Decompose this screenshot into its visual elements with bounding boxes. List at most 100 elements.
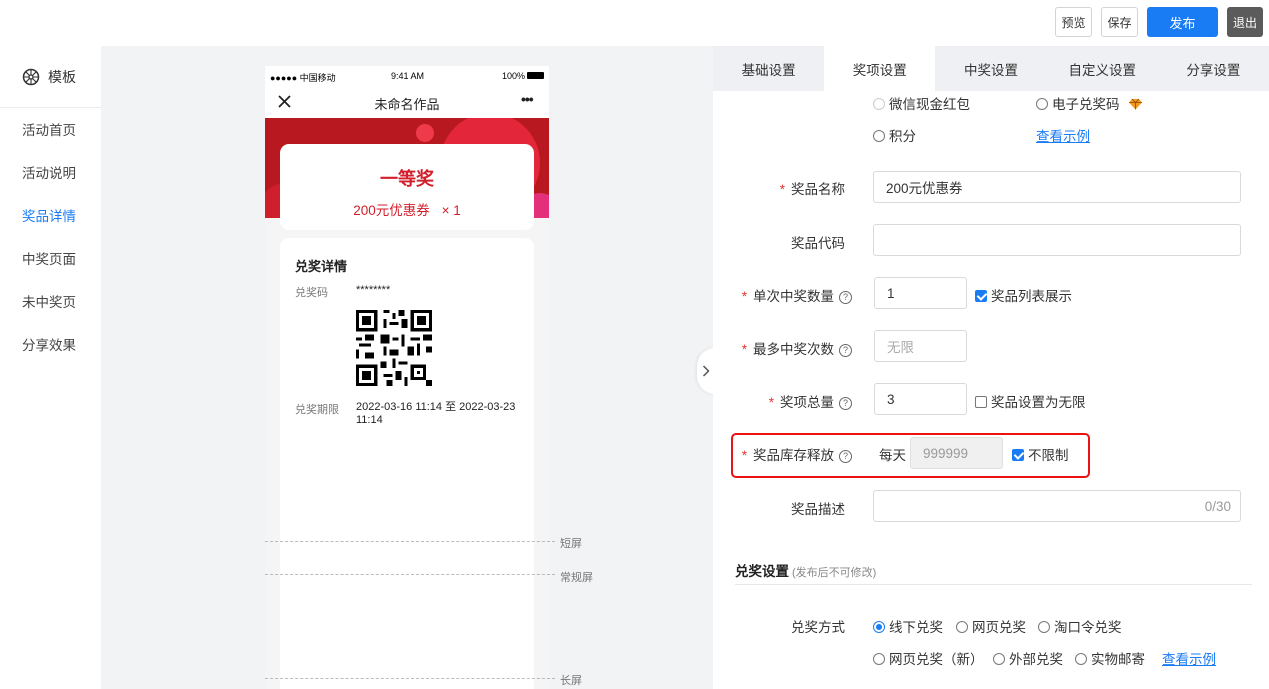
guide-long-label: 长屏 <box>560 675 582 687</box>
period-value: 2022-03-16 11:14 至 2022-03-23 11:14 <box>356 401 516 426</box>
radio-offline <box>873 621 885 633</box>
sidebar-item-home[interactable]: 活动首页 <box>0 109 101 152</box>
code-label: 兑奖码 <box>295 287 328 299</box>
redeem-section-title: 兑奖设置 (发布后不可修改) <box>735 564 877 579</box>
checkbox-unlimited-total <box>975 396 987 408</box>
redeem-section-note: (发布后不可修改) <box>792 567 877 579</box>
sidebar-item-description[interactable]: 活动说明 <box>0 152 101 195</box>
battery-text: 100% <box>502 71 526 81</box>
radio-web <box>956 621 968 633</box>
per-day-input[interactable]: 999999 <box>910 437 1003 469</box>
tab-win[interactable]: 中奖设置 <box>935 46 1046 91</box>
redeem-method-label: 兑奖方式 <box>791 620 845 635</box>
total-input[interactable]: 3 <box>874 383 967 415</box>
exit-button[interactable]: 退出 <box>1227 7 1263 37</box>
redeem-web-new-option[interactable]: 网页兑奖（新） <box>873 648 984 668</box>
tab-share[interactable]: 分享设置 <box>1158 46 1269 91</box>
redeem-mail-option[interactable]: 实物邮寄 <box>1075 648 1145 668</box>
max-win-input[interactable]: 无限 <box>874 330 967 362</box>
radio-wechat <box>873 98 885 110</box>
redeem-external-option[interactable]: 外部兑奖 <box>993 648 1063 668</box>
unlimited-total-checkbox[interactable]: 奖品设置为无限 <box>975 391 1086 411</box>
guide-normal-label: 常规屏 <box>560 572 593 584</box>
tab-custom[interactable]: 自定义设置 <box>1047 46 1158 91</box>
list-display-checkbox[interactable]: 奖品列表展示 <box>975 285 1072 305</box>
phone-page-title: 未命名作品 <box>374 97 440 112</box>
code-value: ******** <box>356 284 391 296</box>
radio-web-new <box>873 653 885 665</box>
prize-name: 200元优惠券 <box>353 203 430 218</box>
tab-prize[interactable]: 奖项设置 <box>824 46 936 91</box>
detail-title: 兑奖详情 <box>295 259 348 274</box>
prize-level: 一等奖 <box>380 169 434 189</box>
redeem-detail-card: 兑奖详情 兑奖码 ******** 兑奖期限 2022-03-16 11:14 … <box>280 238 534 689</box>
stock-release-label: * 奖品库存释放? <box>733 444 852 464</box>
help-icon[interactable]: ? <box>839 450 852 463</box>
tab-basic[interactable]: 基础设置 <box>713 46 824 91</box>
carrier-text: ●●●●● 中国移动 <box>270 73 336 83</box>
chevron-right-icon <box>702 365 710 377</box>
redeem-view-example-link[interactable]: 查看示例 <box>1162 648 1216 668</box>
settings-panel: 基础设置 奖项设置 中奖设置 自定义设置 分享设置 微信现金红包 电子兑奖码 积… <box>713 46 1269 689</box>
prize-type-wechat[interactable]: 微信现金红包 <box>873 93 970 113</box>
prize-name-label: * 奖品名称 <box>779 182 845 197</box>
single-win-input[interactable]: 1 <box>874 277 967 309</box>
radio-ecode <box>1036 98 1048 110</box>
redeem-web-option[interactable]: 网页兑奖 <box>956 616 1026 636</box>
sidebar-item-lose-page[interactable]: 未中奖页 <box>0 281 101 324</box>
sidebar-item-win-page[interactable]: 中奖页面 <box>0 238 101 281</box>
guide-long <box>265 678 555 679</box>
no-limit-checkbox[interactable]: 不限制 <box>1012 444 1069 464</box>
phone-navbar: 未命名作品 ••• <box>265 86 549 118</box>
prize-name-input[interactable]: 200元优惠券 <box>873 171 1241 203</box>
description-label: 奖品描述 <box>791 502 845 517</box>
section-divider <box>735 584 1252 585</box>
qr-code-image <box>356 310 432 386</box>
help-icon[interactable]: ? <box>839 397 852 410</box>
sidebar-template-label: 模板 <box>48 68 76 85</box>
top-toolbar: 预览 保存 发布 退出 <box>0 0 1269 46</box>
publish-button[interactable]: 发布 <box>1147 7 1218 37</box>
checkbox-no-limit <box>1012 449 1024 461</box>
radio-external <box>993 653 1005 665</box>
sidebar-item-prize-details[interactable]: 奖品详情 <box>0 195 101 238</box>
more-icon[interactable]: ••• <box>521 91 534 107</box>
settings-tabs: 基础设置 奖项设置 中奖设置 自定义设置 分享设置 <box>713 46 1269 91</box>
redeem-taokouling-option[interactable]: 淘口令兑奖 <box>1038 616 1122 636</box>
view-example-link[interactable]: 查看示例 <box>1036 125 1090 145</box>
redeem-offline-option[interactable]: 线下兑奖 <box>873 616 943 636</box>
prize-quantity: × 1 <box>441 203 461 218</box>
description-counter: 0/30 <box>1204 498 1231 514</box>
guide-short-label: 短屏 <box>560 538 582 550</box>
save-button[interactable]: 保存 <box>1101 7 1138 37</box>
guide-normal <box>265 574 555 575</box>
single-win-label: * 单次中奖数量? <box>733 285 852 305</box>
prize-card: 一等奖 200元优惠券 × 1 <box>280 144 534 230</box>
prize-type-points[interactable]: 积分 <box>873 125 916 145</box>
period-label: 兑奖期限 <box>295 404 339 416</box>
per-day-label: 每天 <box>879 448 906 463</box>
radio-taokouling <box>1038 621 1050 633</box>
clock-text: 9:41 AM <box>391 71 425 81</box>
guide-short <box>265 541 555 542</box>
radio-points <box>873 130 885 142</box>
checkbox-list-display <box>975 290 987 302</box>
help-icon[interactable]: ? <box>839 344 852 357</box>
max-win-label: * 最多中奖次数? <box>733 338 852 358</box>
template-icon <box>22 68 40 85</box>
preview-button[interactable]: 预览 <box>1055 7 1092 37</box>
prize-type-ecode[interactable]: 电子兑奖码 <box>1036 93 1143 113</box>
diamond-icon <box>1129 98 1143 110</box>
sidebar-item-share[interactable]: 分享效果 <box>0 324 101 367</box>
battery-icon <box>527 72 544 79</box>
radio-mail <box>1075 653 1087 665</box>
sidebar: 模板 活动首页 活动说明 奖品详情 中奖页面 未中奖页 分享效果 <box>0 46 101 689</box>
sidebar-template[interactable]: 模板 <box>0 46 101 108</box>
phone-status-bar: ●●●●● 中国移动 9:41 AM 100% <box>265 66 549 86</box>
prize-code-label: 奖品代码 <box>791 236 845 251</box>
total-label: * 奖项总量? <box>753 391 852 411</box>
help-icon[interactable]: ? <box>839 291 852 304</box>
description-input[interactable]: 0/30 <box>873 490 1241 522</box>
phone-preview: ●●●●● 中国移动 9:41 AM 100% 未命名作品 ••• 一等奖 20… <box>265 66 549 689</box>
prize-code-input[interactable] <box>873 224 1241 256</box>
